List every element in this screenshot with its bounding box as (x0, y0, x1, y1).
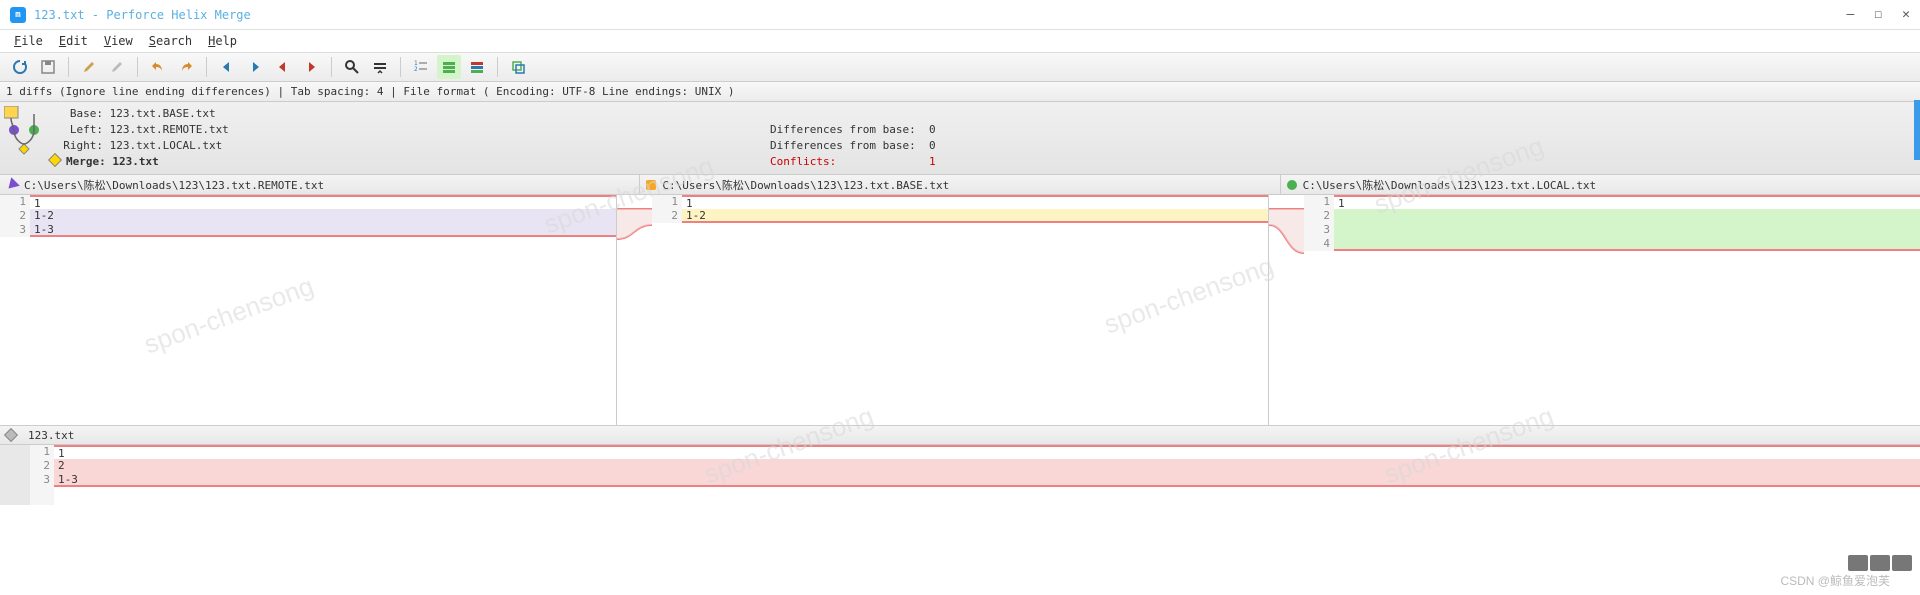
line: 1-2 (682, 209, 1268, 223)
local-pane-title: C:\Users\陈松\Downloads\123\123.txt.LOCAL.… (1281, 175, 1920, 194)
menu-edit[interactable]: Edit (51, 32, 96, 50)
menu-help[interactable]: Help (200, 32, 245, 50)
menu-view[interactable]: View (96, 32, 141, 50)
toolbar: 12 (0, 52, 1920, 82)
refresh-button[interactable] (8, 55, 32, 79)
line: 1 (54, 445, 1920, 459)
merge-file-row: Merge: 123.txt (50, 154, 229, 170)
status-bar: 1 diffs (Ignore line ending differences)… (0, 82, 1920, 102)
line: 1 (1334, 195, 1920, 209)
close-button[interactable]: ✕ (1902, 7, 1910, 22)
conflict-count: 1 (929, 155, 936, 168)
goto-line-button[interactable] (368, 55, 392, 79)
line: 1-2 (30, 209, 616, 223)
merge-file-label: Merge: 123.txt (66, 155, 159, 168)
edit-disabled-button[interactable] (105, 55, 129, 79)
line (1334, 237, 1920, 251)
file-list: Base: 123.txt.BASE.txt Left: 123.txt.REM… (50, 102, 229, 174)
diff-panes: 1 2 3 1 1-2 1-3 1 2 1 1-2 1 2 3 4 (0, 195, 1920, 425)
save-button[interactable] (36, 55, 60, 79)
remote-pane[interactable]: 1 2 3 1 1-2 1-3 (0, 195, 617, 425)
remote-marker-icon (4, 177, 20, 193)
menu-file[interactable]: File (6, 32, 51, 50)
maximize-button[interactable]: ☐ (1874, 7, 1882, 22)
csdn-attribution: CSDN @鲸鱼爱泡芙 (1780, 572, 1890, 589)
line (1334, 223, 1920, 237)
remote-pane-title: C:\Users\陈松\Downloads\123\123.txt.REMOTE… (0, 175, 640, 194)
side-indicator (1914, 100, 1920, 160)
line: 1 (30, 195, 616, 209)
app-icon: m (10, 7, 26, 23)
merge-selector-strip[interactable] (0, 445, 30, 505)
merge-file-name: 123.txt (28, 429, 74, 442)
edit-button[interactable] (77, 55, 101, 79)
next-diff-button[interactable] (243, 55, 267, 79)
menu-search[interactable]: Search (141, 32, 200, 50)
connector-right (1269, 195, 1304, 425)
merge-pane[interactable]: 1 2 3 1 2 1-3 (0, 445, 1920, 505)
base-pane-title: C:\Users\陈松\Downloads\123\123.txt.BASE.t… (640, 175, 1280, 194)
remote-content: 1 1-2 1-3 (30, 195, 616, 237)
remote-path: C:\Users\陈松\Downloads\123\123.txt.REMOTE… (24, 177, 324, 193)
local-path: C:\Users\陈松\Downloads\123\123.txt.LOCAL.… (1303, 177, 1597, 193)
line: 1 (682, 195, 1268, 209)
footer-icons (1848, 555, 1912, 571)
base-marker-icon (646, 180, 656, 190)
base-file-label: Base: 123.txt.BASE.txt (50, 106, 229, 122)
local-gutter: 1 2 3 4 (1304, 195, 1334, 251)
base-content: 1 1-2 (682, 195, 1268, 223)
right-file-label: Right: 123.txt.LOCAL.txt (50, 138, 229, 154)
next-conflict-button[interactable] (299, 55, 323, 79)
footer-icon[interactable] (1870, 555, 1890, 571)
info-panel: Base: 123.txt.BASE.txt Left: 123.txt.REM… (0, 102, 1920, 175)
prev-diff-button[interactable] (215, 55, 239, 79)
line-numbers-button[interactable]: 12 (409, 55, 433, 79)
diff-stats: Differences from base: 0 Differences fro… (770, 106, 936, 170)
base-path: C:\Users\陈松\Downloads\123\123.txt.BASE.t… (662, 177, 949, 193)
menu-bar: File Edit View Search Help (0, 30, 1920, 52)
pane-headers: C:\Users\陈松\Downloads\123\123.txt.REMOTE… (0, 175, 1920, 195)
left-diff-count: Differences from base: 0 (770, 122, 936, 138)
local-content: 1 (1334, 195, 1920, 251)
connector-left (617, 195, 652, 425)
right-diff-count: Differences from base: 0 (770, 138, 936, 154)
view-mode-2-button[interactable] (465, 55, 489, 79)
footer-icon[interactable] (1892, 555, 1912, 571)
window-title: 123.txt - Perforce Helix Merge (34, 8, 1847, 22)
minimize-button[interactable]: — (1847, 7, 1855, 22)
status-text: 1 diffs (Ignore line ending differences)… (6, 85, 734, 98)
local-marker-icon (1287, 180, 1297, 190)
copy-button[interactable] (506, 55, 530, 79)
prev-conflict-button[interactable] (271, 55, 295, 79)
search-button[interactable] (340, 55, 364, 79)
base-pane[interactable]: 1 2 1 1-2 (652, 195, 1269, 425)
remote-gutter: 1 2 3 (0, 195, 30, 237)
redo-button[interactable] (174, 55, 198, 79)
merge-marker-icon (4, 428, 18, 442)
line (1334, 209, 1920, 223)
line: 2 (54, 459, 1920, 473)
line: 1-3 (54, 473, 1920, 487)
title-bar: m 123.txt - Perforce Helix Merge — ☐ ✕ (0, 0, 1920, 30)
merge-gutter: 1 2 3 (30, 445, 54, 505)
merge-diamond-icon (48, 153, 62, 167)
base-gutter: 1 2 (652, 195, 682, 223)
line: 1-3 (30, 223, 616, 237)
merge-pane-header: 123.txt (0, 425, 1920, 445)
undo-button[interactable] (146, 55, 170, 79)
merge-graph-icon (0, 102, 50, 174)
svg-text:2: 2 (414, 66, 418, 73)
left-file-label: Left: 123.txt.REMOTE.txt (50, 122, 229, 138)
conflict-row: Conflicts: 1 (770, 154, 936, 170)
footer-icon[interactable] (1848, 555, 1868, 571)
merge-content: 1 2 1-3 (54, 445, 1920, 505)
view-mode-1-button[interactable] (437, 55, 461, 79)
local-pane[interactable]: 1 2 3 4 1 (1304, 195, 1920, 425)
